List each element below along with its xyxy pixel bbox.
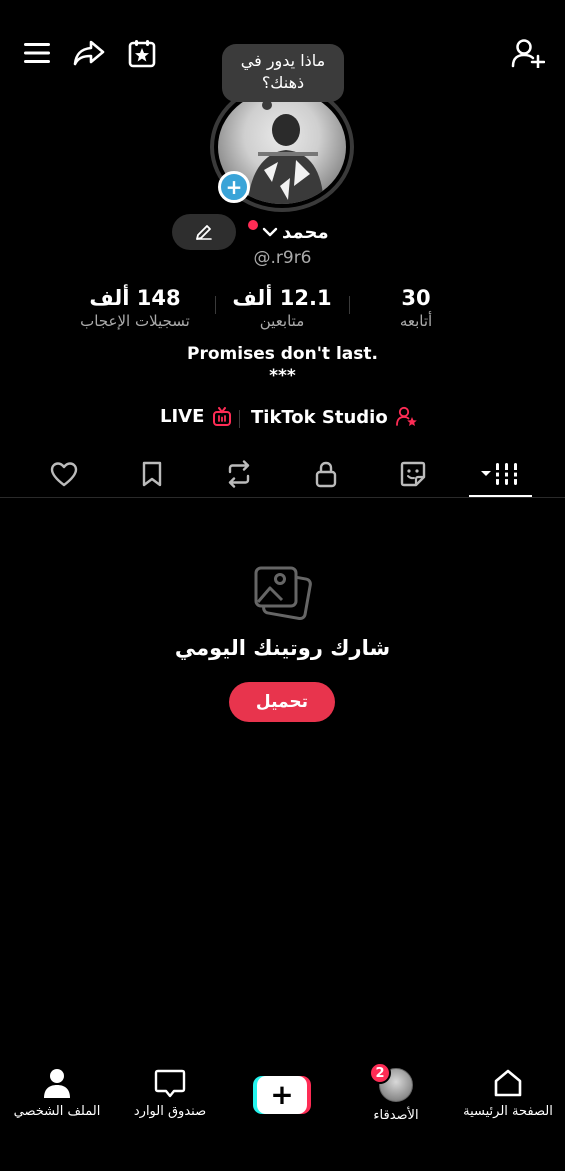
nav-inbox[interactable]: صندوق الوارد bbox=[124, 1068, 216, 1119]
stat-likes-value: 148 ألف bbox=[89, 286, 181, 310]
live-label: LIVE bbox=[160, 406, 205, 427]
stat-following[interactable]: 30 أتابعه bbox=[376, 286, 456, 330]
stats-divider bbox=[349, 296, 350, 314]
photos-icon bbox=[252, 564, 314, 624]
upload-button[interactable]: تحميل bbox=[229, 682, 335, 722]
user-star-icon bbox=[395, 406, 418, 428]
name-row[interactable]: محمد bbox=[248, 214, 329, 250]
stat-following-label: أتابعه bbox=[399, 312, 433, 330]
stat-following-value: 30 bbox=[401, 286, 431, 310]
bio-line: *** bbox=[269, 366, 296, 386]
profile-name: محمد bbox=[282, 221, 329, 243]
repost-icon bbox=[228, 460, 250, 488]
calendar-star-icon[interactable] bbox=[126, 37, 158, 69]
tiktok-studio-label: TikTok Studio bbox=[251, 406, 388, 428]
nav-friends-label: الأصدقاء bbox=[373, 1108, 419, 1123]
tab-private[interactable] bbox=[306, 458, 346, 490]
active-tab-indicator bbox=[469, 495, 532, 497]
tab-reposts[interactable] bbox=[219, 458, 259, 490]
stat-likes-label: تسجيلات الإعجاب bbox=[80, 312, 190, 330]
profile-handle: @.r9r6 bbox=[253, 248, 312, 268]
bottom-navigation: الملف الشخصي صندوق الوارد + 2 الأصدقاء ا… bbox=[0, 1060, 565, 1171]
person-icon bbox=[44, 1069, 70, 1098]
bio-line: Promises don't last. bbox=[187, 344, 378, 364]
tab-stickers[interactable] bbox=[393, 458, 433, 490]
grid-icon bbox=[481, 463, 518, 485]
tiktok-studio-link[interactable]: TikTok Studio bbox=[251, 406, 418, 428]
tab-saved[interactable] bbox=[132, 458, 172, 490]
stat-likes[interactable]: 148 ألف تسجيلات الإعجاب bbox=[70, 286, 200, 330]
stat-followers[interactable]: 12.1 ألف متابعين bbox=[222, 286, 342, 330]
nav-profile[interactable]: الملف الشخصي bbox=[8, 1068, 106, 1119]
status-dot bbox=[248, 220, 258, 230]
lock-icon bbox=[315, 461, 337, 488]
edit-profile-button[interactable] bbox=[172, 214, 236, 250]
nav-home-label: الصفحة الرئيسية bbox=[463, 1104, 553, 1119]
stat-followers-value: 12.1 ألف bbox=[232, 286, 332, 310]
tab-liked[interactable] bbox=[44, 458, 84, 490]
create-button[interactable]: + bbox=[253, 1076, 311, 1114]
tab-videos[interactable] bbox=[478, 458, 522, 490]
heart-icon bbox=[50, 462, 78, 487]
nav-home[interactable]: الصفحة الرئيسية bbox=[456, 1068, 560, 1119]
share-arrow-icon[interactable] bbox=[72, 38, 106, 68]
stats-divider bbox=[215, 296, 216, 314]
friends-badge: 2 bbox=[369, 1062, 391, 1084]
nav-profile-label: الملف الشخصي bbox=[13, 1104, 101, 1119]
add-user-icon[interactable] bbox=[510, 37, 546, 69]
tv-icon bbox=[212, 406, 232, 427]
inbox-icon bbox=[154, 1069, 186, 1098]
profile-links: LIVE TikTok Studio bbox=[0, 406, 565, 432]
add-story-plus-icon[interactable]: + bbox=[218, 171, 250, 203]
plus-icon: + bbox=[257, 1076, 307, 1114]
status-bubble[interactable]: ماذا يدور في ذهنك؟ bbox=[222, 44, 344, 102]
sticker-icon bbox=[400, 461, 426, 487]
nav-friends[interactable]: 2 الأصدقاء bbox=[360, 1062, 432, 1123]
home-icon bbox=[494, 1069, 522, 1097]
pencil-icon bbox=[196, 225, 212, 240]
chevron-down-icon bbox=[262, 226, 278, 238]
hamburger-menu-icon[interactable] bbox=[22, 40, 52, 66]
live-link[interactable]: LIVE bbox=[160, 406, 232, 427]
nav-inbox-label: صندوق الوارد bbox=[133, 1104, 207, 1119]
links-divider bbox=[239, 410, 240, 428]
bookmark-icon bbox=[142, 461, 162, 487]
content-tabs bbox=[0, 450, 565, 498]
stat-followers-label: متابعين bbox=[259, 312, 305, 330]
bubble-tail bbox=[262, 100, 272, 110]
empty-state-title: شارك روتينك اليومي bbox=[174, 636, 391, 660]
